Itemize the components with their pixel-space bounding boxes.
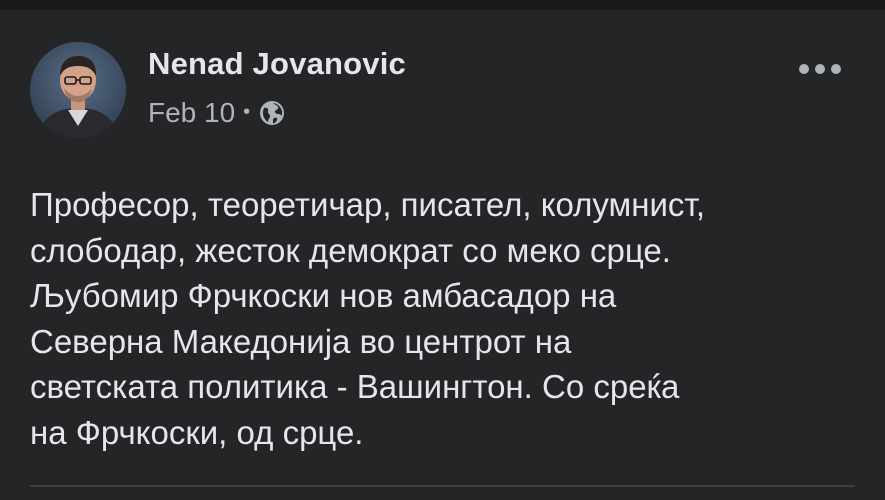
avatar-photo [30, 42, 126, 138]
bottom-divider [30, 485, 855, 487]
more-options-button[interactable] [788, 54, 852, 84]
more-options-icon [799, 64, 841, 74]
post-date[interactable]: Feb 10 [148, 97, 235, 129]
post-text-line: на Фрчкоски, од срце. [30, 413, 364, 451]
meta-separator: • [243, 100, 251, 123]
post-text-line: Професор, теоретичар, писател, колумнист… [30, 186, 706, 223]
post-meta: Feb 10 • [148, 96, 286, 130]
post-text-line: Љубомир Фрчкоски нов амбасадор на [30, 277, 617, 314]
post-text-line: слободар, жесток демократ со меко срце. [30, 231, 671, 269]
author-name[interactable]: Nenad Jovanovic [148, 46, 406, 82]
author-avatar[interactable] [30, 42, 126, 138]
post-text-line: Северна Македонија во центрот на [30, 322, 572, 360]
post-card: Nenad Jovanovic Feb 10 • Професор, теоре… [0, 10, 885, 500]
post-body-text: Професор, теоретичар, писател, колумнист… [30, 182, 865, 455]
top-strip [0, 0, 885, 10]
post-text-line: светската политика - Вашингтон. Со среќа [30, 368, 680, 405]
globe-icon[interactable] [258, 99, 286, 127]
